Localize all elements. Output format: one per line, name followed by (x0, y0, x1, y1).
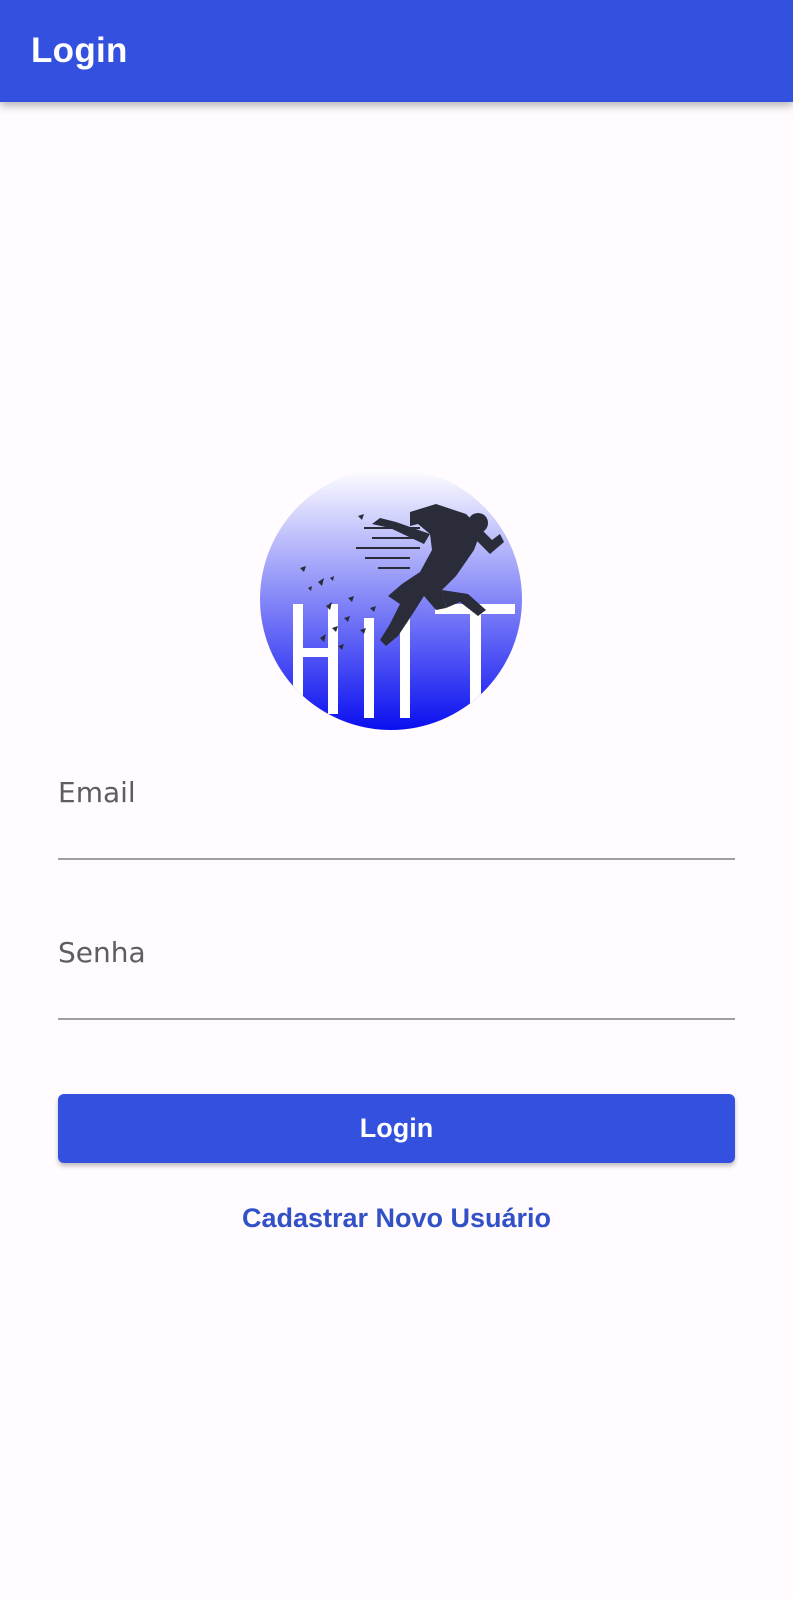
email-field[interactable]: Email (58, 762, 735, 860)
page-title: Login (31, 31, 128, 70)
hiit-logo (260, 468, 522, 730)
password-field[interactable]: Senha (58, 922, 735, 1020)
register-new-user-link[interactable]: Cadastrar Novo Usuário (0, 1203, 793, 1234)
password-input[interactable] (58, 922, 735, 1018)
hiit-runner-logo-icon (260, 468, 522, 730)
app-bar: Login (0, 0, 793, 102)
email-input[interactable] (58, 762, 735, 858)
login-button[interactable]: Login (58, 1094, 735, 1163)
